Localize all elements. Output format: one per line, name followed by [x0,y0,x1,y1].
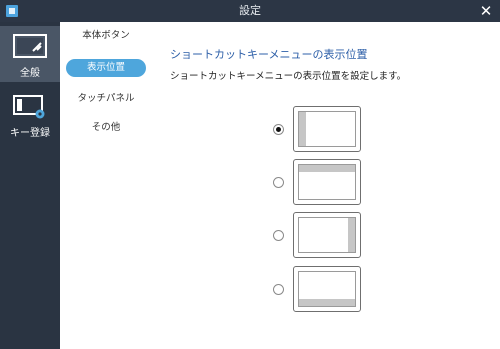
main-nav: 全般 キー登録 [0,22,60,349]
preview-right[interactable] [293,212,361,258]
nav-label-general: 全般 [20,68,40,79]
settings-window: 設定 ✕ 全般 キー登録 本体ボタン 表示位置 タッチパネル その他 ショートカ… [0,0,500,349]
section-description: ショートカットキーメニューの表示位置を設定します。 [170,71,407,82]
radio-bottom[interactable] [273,284,284,295]
menu-bar-top [299,165,355,172]
preview-screen [298,164,356,200]
subnav-item-other[interactable]: その他 [66,119,146,137]
window-title: 設定 [239,4,261,17]
sub-nav: 本体ボタン 表示位置 タッチパネル その他 [60,22,152,349]
content-panel: ショートカットキーメニューの表示位置 ショートカットキーメニューの表示位置を設定… [152,22,500,349]
title-bar: 設定 ✕ [0,0,500,22]
menu-bar-bottom [299,299,355,306]
preview-bottom[interactable] [293,266,361,312]
radio-left[interactable] [273,124,284,135]
subnav-item-body-buttons[interactable]: 本体ボタン [66,27,146,45]
preview-screen [298,271,356,307]
position-option-right [152,212,500,258]
position-option-left [152,106,500,152]
menu-bar-right [348,218,355,252]
preview-top[interactable] [293,159,361,205]
subnav-item-display-position[interactable]: 表示位置 [66,59,146,77]
position-option-top [152,159,500,205]
nav-label-key-registration: キー登録 [10,128,50,139]
key-settings-icon [13,95,45,119]
preview-screen [298,217,356,253]
display-icon [13,34,47,58]
nav-item-key-registration[interactable]: キー登録 [0,86,60,142]
menu-bar-left [299,112,306,146]
radio-top[interactable] [273,177,284,188]
subnav-item-touch-panel[interactable]: タッチパネル [66,90,146,108]
section-heading: ショートカットキーメニューの表示位置 [170,48,368,61]
preview-screen [298,111,356,147]
preview-left[interactable] [293,106,361,152]
close-icon[interactable]: ✕ [478,2,494,20]
position-option-bottom [152,266,500,312]
nav-item-general[interactable]: 全般 [0,26,60,82]
radio-right[interactable] [273,230,284,241]
